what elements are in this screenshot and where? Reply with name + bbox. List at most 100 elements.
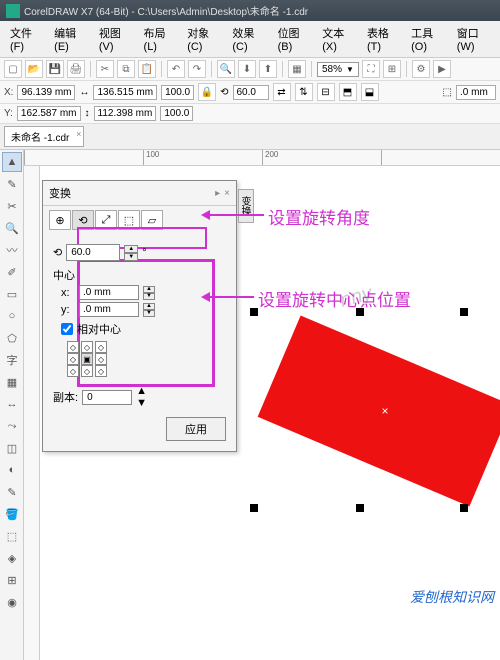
menu-effect[interactable]: 效果(C) bbox=[226, 23, 269, 55]
scale-tab-icon[interactable]: ⤢ bbox=[95, 210, 117, 230]
effect-tool-icon[interactable]: ◫ bbox=[2, 438, 22, 458]
ellipse-tool-icon[interactable]: ○ bbox=[2, 306, 22, 326]
anchor-bl[interactable]: ◇ bbox=[67, 365, 79, 377]
smart-fill-icon[interactable]: ◉ bbox=[2, 592, 22, 612]
copies-spinner[interactable]: ▲▼ bbox=[136, 385, 147, 409]
selection-handle[interactable] bbox=[460, 308, 468, 316]
anchor-mc[interactable]: ▣ bbox=[81, 353, 93, 365]
menu-file[interactable]: 文件(F) bbox=[4, 23, 46, 55]
menu-view[interactable]: 视图(V) bbox=[93, 23, 136, 55]
mirror-v-icon[interactable]: ⇅ bbox=[295, 83, 313, 101]
interactive-fill-icon[interactable]: ◈ bbox=[2, 548, 22, 568]
anchor-bc[interactable]: ◇ bbox=[81, 365, 93, 377]
copy-icon[interactable]: ⧉ bbox=[117, 60, 135, 78]
mesh-fill-icon[interactable]: ⊞ bbox=[2, 570, 22, 590]
center-x-input[interactable]: .0 mm bbox=[79, 285, 139, 300]
x-spinner[interactable]: ▲▼ bbox=[143, 286, 155, 300]
new-icon[interactable]: ▢ bbox=[4, 60, 22, 78]
options-icon[interactable]: ⚙ bbox=[412, 60, 430, 78]
menu-text[interactable]: 文本(X) bbox=[316, 23, 359, 55]
document-tab[interactable]: 未命名 -1.cdr × bbox=[4, 126, 84, 147]
position-tab-icon[interactable]: ⊕ bbox=[49, 210, 71, 230]
import-icon[interactable]: ⬇ bbox=[238, 60, 256, 78]
crop-tool-icon[interactable]: ✂ bbox=[2, 196, 22, 216]
menu-edit[interactable]: 编辑(E) bbox=[48, 23, 91, 55]
anchor-tl[interactable]: ◇ bbox=[67, 341, 79, 353]
scale-y-field[interactable]: 100.0 bbox=[160, 106, 193, 121]
publish-icon[interactable]: ▦ bbox=[288, 60, 306, 78]
docker-menu-icon[interactable]: ▸ bbox=[215, 188, 220, 199]
y-position-field[interactable]: 162.587 mm bbox=[17, 106, 81, 121]
table-tool-icon[interactable]: ▦ bbox=[2, 372, 22, 392]
y-spinner[interactable]: ▲▼ bbox=[143, 303, 155, 317]
height-field[interactable]: 112.398 mm bbox=[94, 106, 157, 121]
paste-icon[interactable]: 📋 bbox=[138, 60, 156, 78]
fill-tool-icon[interactable]: 🪣 bbox=[2, 504, 22, 524]
rotation-center-icon[interactable]: × bbox=[380, 406, 390, 416]
menu-bitmap[interactable]: 位图(B) bbox=[272, 23, 315, 55]
snap-icon[interactable]: ⊞ bbox=[383, 60, 401, 78]
x-position-field[interactable]: 96.139 mm bbox=[17, 85, 75, 100]
eyedropper-tool-icon[interactable]: ✎ bbox=[2, 482, 22, 502]
lock-ratio-icon[interactable]: 🔒 bbox=[198, 83, 216, 101]
horizontal-ruler[interactable]: 100 200 bbox=[24, 150, 500, 166]
rotation-field[interactable]: 60.0 bbox=[233, 85, 269, 100]
skew-tab-icon[interactable]: ▱ bbox=[141, 210, 163, 230]
zoom-tool-icon[interactable]: 🔍 bbox=[2, 218, 22, 238]
rectangle-tool-icon[interactable]: ▭ bbox=[2, 284, 22, 304]
text-tool-icon[interactable]: 字 bbox=[2, 350, 22, 370]
anchor-ml[interactable]: ◇ bbox=[67, 353, 79, 365]
menu-layout[interactable]: 布局(L) bbox=[138, 23, 180, 55]
anchor-mr[interactable]: ◇ bbox=[95, 353, 107, 365]
anchor-tr[interactable]: ◇ bbox=[95, 341, 107, 353]
anchor-tc[interactable]: ◇ bbox=[81, 341, 93, 353]
wrap-icon[interactable]: ⬓ bbox=[361, 83, 379, 101]
scale-x-field[interactable]: 100.0 bbox=[161, 85, 194, 100]
width-field[interactable]: 136.515 mm bbox=[93, 85, 157, 100]
undo-icon[interactable]: ↶ bbox=[167, 60, 185, 78]
redo-icon[interactable]: ↷ bbox=[188, 60, 206, 78]
angle-spinner[interactable]: ▲▼ bbox=[124, 245, 138, 261]
apply-button[interactable]: 应用 bbox=[166, 417, 226, 441]
launch-icon[interactable]: ▶ bbox=[433, 60, 451, 78]
dimension-tool-icon[interactable]: ↔ bbox=[2, 394, 22, 414]
artistic-tool-icon[interactable]: ✐ bbox=[2, 262, 22, 282]
transparency-tool-icon[interactable]: ◐ bbox=[2, 460, 22, 480]
selection-handle[interactable] bbox=[250, 504, 258, 512]
mirror-h-icon[interactable]: ⇄ bbox=[273, 83, 291, 101]
docker-titlebar[interactable]: 变换 ▸ × bbox=[43, 181, 236, 206]
shape-tool-icon[interactable]: ✎ bbox=[2, 174, 22, 194]
pick-tool-icon[interactable]: ▲ bbox=[2, 152, 22, 172]
polygon-tool-icon[interactable]: ⬠ bbox=[2, 328, 22, 348]
print-icon[interactable]: 🖨 bbox=[67, 60, 85, 78]
rotation-angle-input[interactable]: 60.0 bbox=[66, 244, 120, 261]
fullscreen-icon[interactable]: ⛶ bbox=[362, 60, 380, 78]
center-y-input[interactable]: .0 mm bbox=[79, 302, 139, 317]
order-icon[interactable]: ⬒ bbox=[339, 83, 357, 101]
menu-table[interactable]: 表格(T) bbox=[361, 23, 403, 55]
vertical-ruler[interactable] bbox=[24, 166, 40, 660]
menu-window[interactable]: 窗口(W) bbox=[451, 23, 496, 55]
menu-tools[interactable]: 工具(O) bbox=[405, 23, 449, 55]
cut-icon[interactable]: ✂ bbox=[96, 60, 114, 78]
open-icon[interactable]: 📂 bbox=[25, 60, 43, 78]
export-icon[interactable]: ⬆ bbox=[259, 60, 277, 78]
menu-object[interactable]: 对象(C) bbox=[181, 23, 224, 55]
align-icon[interactable]: ⊟ bbox=[317, 83, 335, 101]
docker-close-icon[interactable]: × bbox=[224, 188, 230, 199]
selection-handle[interactable] bbox=[460, 504, 468, 512]
zoom-combo[interactable]: 58%▼ bbox=[317, 62, 359, 77]
docker-side-tab[interactable]: 变换 bbox=[238, 189, 254, 223]
selected-rectangle[interactable] bbox=[258, 315, 500, 506]
stroke-width-field[interactable]: .0 mm bbox=[456, 85, 496, 100]
search-icon[interactable]: 🔍 bbox=[217, 60, 235, 78]
connector-tool-icon[interactable]: ⤳ bbox=[2, 416, 22, 436]
save-icon[interactable]: 💾 bbox=[46, 60, 64, 78]
close-icon[interactable]: × bbox=[76, 129, 81, 139]
rotate-tab-icon[interactable]: ⟲ bbox=[72, 210, 94, 230]
outline-tool-icon[interactable]: ⬚ bbox=[2, 526, 22, 546]
anchor-br[interactable]: ◇ bbox=[95, 365, 107, 377]
freehand-tool-icon[interactable]: 〰 bbox=[2, 240, 22, 260]
selection-handle[interactable] bbox=[250, 308, 258, 316]
size-tab-icon[interactable]: ⬚ bbox=[118, 210, 140, 230]
